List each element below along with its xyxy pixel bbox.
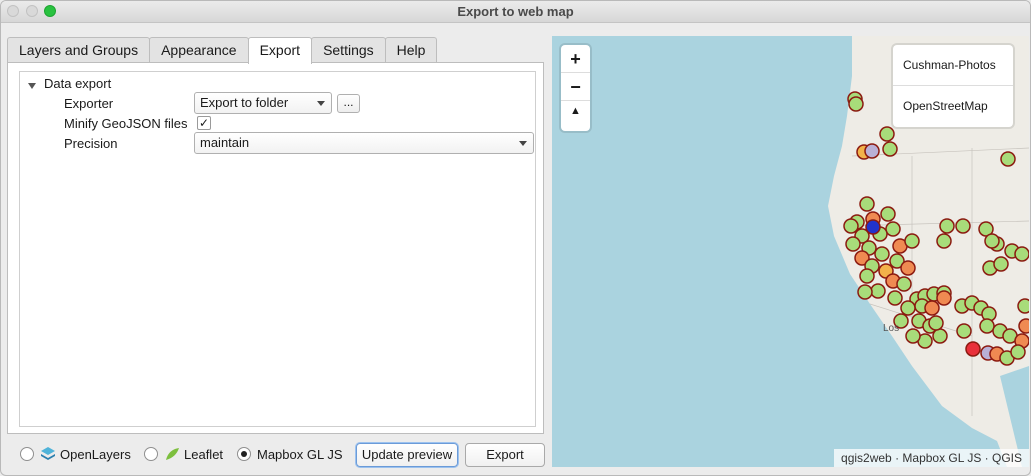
minify-label: Minify GeoJSON files <box>64 116 188 131</box>
photo-marker[interactable] <box>845 236 861 252</box>
photo-marker[interactable] <box>965 341 981 357</box>
photo-marker[interactable] <box>936 290 952 306</box>
title-bar: Export to web map <box>1 1 1030 23</box>
photo-marker[interactable] <box>905 328 921 344</box>
photo-marker[interactable] <box>848 96 864 112</box>
photo-marker[interactable] <box>956 323 972 339</box>
photo-marker[interactable] <box>1018 318 1029 334</box>
leaflet-radio[interactable] <box>144 447 158 461</box>
tab-settings[interactable]: Settings <box>311 37 386 63</box>
photo-marker[interactable] <box>924 300 940 316</box>
photo-marker[interactable] <box>979 318 995 334</box>
openlayers-icon <box>41 447 55 460</box>
update-preview-button[interactable]: Update preview <box>356 443 458 467</box>
photo-marker[interactable] <box>885 221 901 237</box>
photo-marker[interactable] <box>870 283 886 299</box>
precision-value: maintain <box>200 135 250 150</box>
layer-item-openstreetmap[interactable]: OpenStreetMap <box>893 86 1013 127</box>
chevron-down-icon <box>519 141 527 146</box>
zoom-in-button[interactable]: + <box>561 45 590 73</box>
photo-marker[interactable] <box>955 218 971 234</box>
photo-marker[interactable] <box>928 315 944 331</box>
tab-layers-and-groups[interactable]: Layers and Groups <box>7 37 151 63</box>
photo-marker[interactable] <box>900 260 916 276</box>
photo-marker[interactable] <box>939 218 955 234</box>
collapse-caret-icon[interactable] <box>28 83 36 89</box>
window-title: Export to web map <box>457 4 574 19</box>
openlayers-radio[interactable] <box>20 447 34 461</box>
map-attribution: qgis2web · Mapbox GL JS · QGIS <box>834 449 1029 467</box>
layer-switcher: Cushman-Photos OpenStreetMap <box>893 45 1013 127</box>
city-label: Los <box>883 323 900 334</box>
photo-marker[interactable] <box>874 246 890 262</box>
compass-icon[interactable]: ▲ <box>561 101 590 129</box>
openlayers-label[interactable]: OpenLayers <box>60 447 131 462</box>
leaflet-icon <box>166 448 179 460</box>
photo-marker[interactable] <box>984 233 1000 249</box>
zoom-control: + − ▲ <box>561 45 590 131</box>
photo-marker[interactable] <box>864 143 880 159</box>
photo-marker[interactable] <box>879 126 895 142</box>
chevron-down-icon <box>317 101 325 106</box>
photo-marker[interactable] <box>900 300 916 316</box>
photo-marker[interactable] <box>880 206 896 222</box>
photo-marker[interactable] <box>865 219 881 235</box>
tab-help[interactable]: Help <box>384 37 438 63</box>
photo-marker[interactable] <box>896 276 912 292</box>
minify-checkbox[interactable]: ✓ <box>197 116 211 130</box>
precision-select[interactable]: maintain <box>194 132 534 154</box>
photo-marker[interactable] <box>904 233 920 249</box>
photo-marker[interactable] <box>887 290 903 306</box>
layer-item-cushman-photos[interactable]: Cushman-Photos <box>893 45 1013 86</box>
tab-appearance[interactable]: Appearance <box>149 37 249 63</box>
photo-marker[interactable] <box>1014 246 1029 262</box>
mapbox-label[interactable]: Mapbox GL JS <box>257 447 343 462</box>
photo-marker[interactable] <box>1017 298 1029 314</box>
data-export-section[interactable]: Data export <box>44 76 111 91</box>
exporter-select[interactable]: Export to folder <box>194 92 332 114</box>
photo-marker[interactable] <box>993 256 1009 272</box>
browse-folder-button[interactable]: ... <box>337 94 360 113</box>
photo-marker[interactable] <box>1010 344 1026 360</box>
export-button[interactable]: Export <box>465 443 545 467</box>
photo-marker[interactable] <box>936 233 952 249</box>
precision-label: Precision <box>64 136 118 151</box>
mapbox-radio[interactable] <box>237 447 251 461</box>
photo-marker[interactable] <box>843 218 859 234</box>
tab-bar: Layers and Groups Appearance Export Sett… <box>7 37 438 64</box>
photo-marker[interactable] <box>932 328 948 344</box>
photo-marker[interactable] <box>882 141 898 157</box>
tab-export[interactable]: Export <box>247 37 313 64</box>
export-tab-panel: Data export Exporter Export to folder ..… <box>7 62 544 434</box>
map-preview[interactable]: Los + − ▲ Cushman-Photos OpenStreetMap q… <box>552 36 1029 467</box>
exporter-value: Export to folder <box>200 95 289 110</box>
zoom-out-button[interactable]: − <box>561 73 590 101</box>
exporter-label: Exporter <box>64 96 114 111</box>
photo-marker[interactable] <box>857 284 873 300</box>
export-dialog: Export to web map Layers and Groups Appe… <box>0 0 1031 476</box>
photo-marker[interactable] <box>1000 151 1016 167</box>
photo-marker[interactable] <box>859 196 875 212</box>
photo-marker[interactable] <box>859 268 875 284</box>
leaflet-label[interactable]: Leaflet <box>184 447 223 462</box>
export-settings-tree: Data export Exporter Export to folder ..… <box>19 71 536 427</box>
